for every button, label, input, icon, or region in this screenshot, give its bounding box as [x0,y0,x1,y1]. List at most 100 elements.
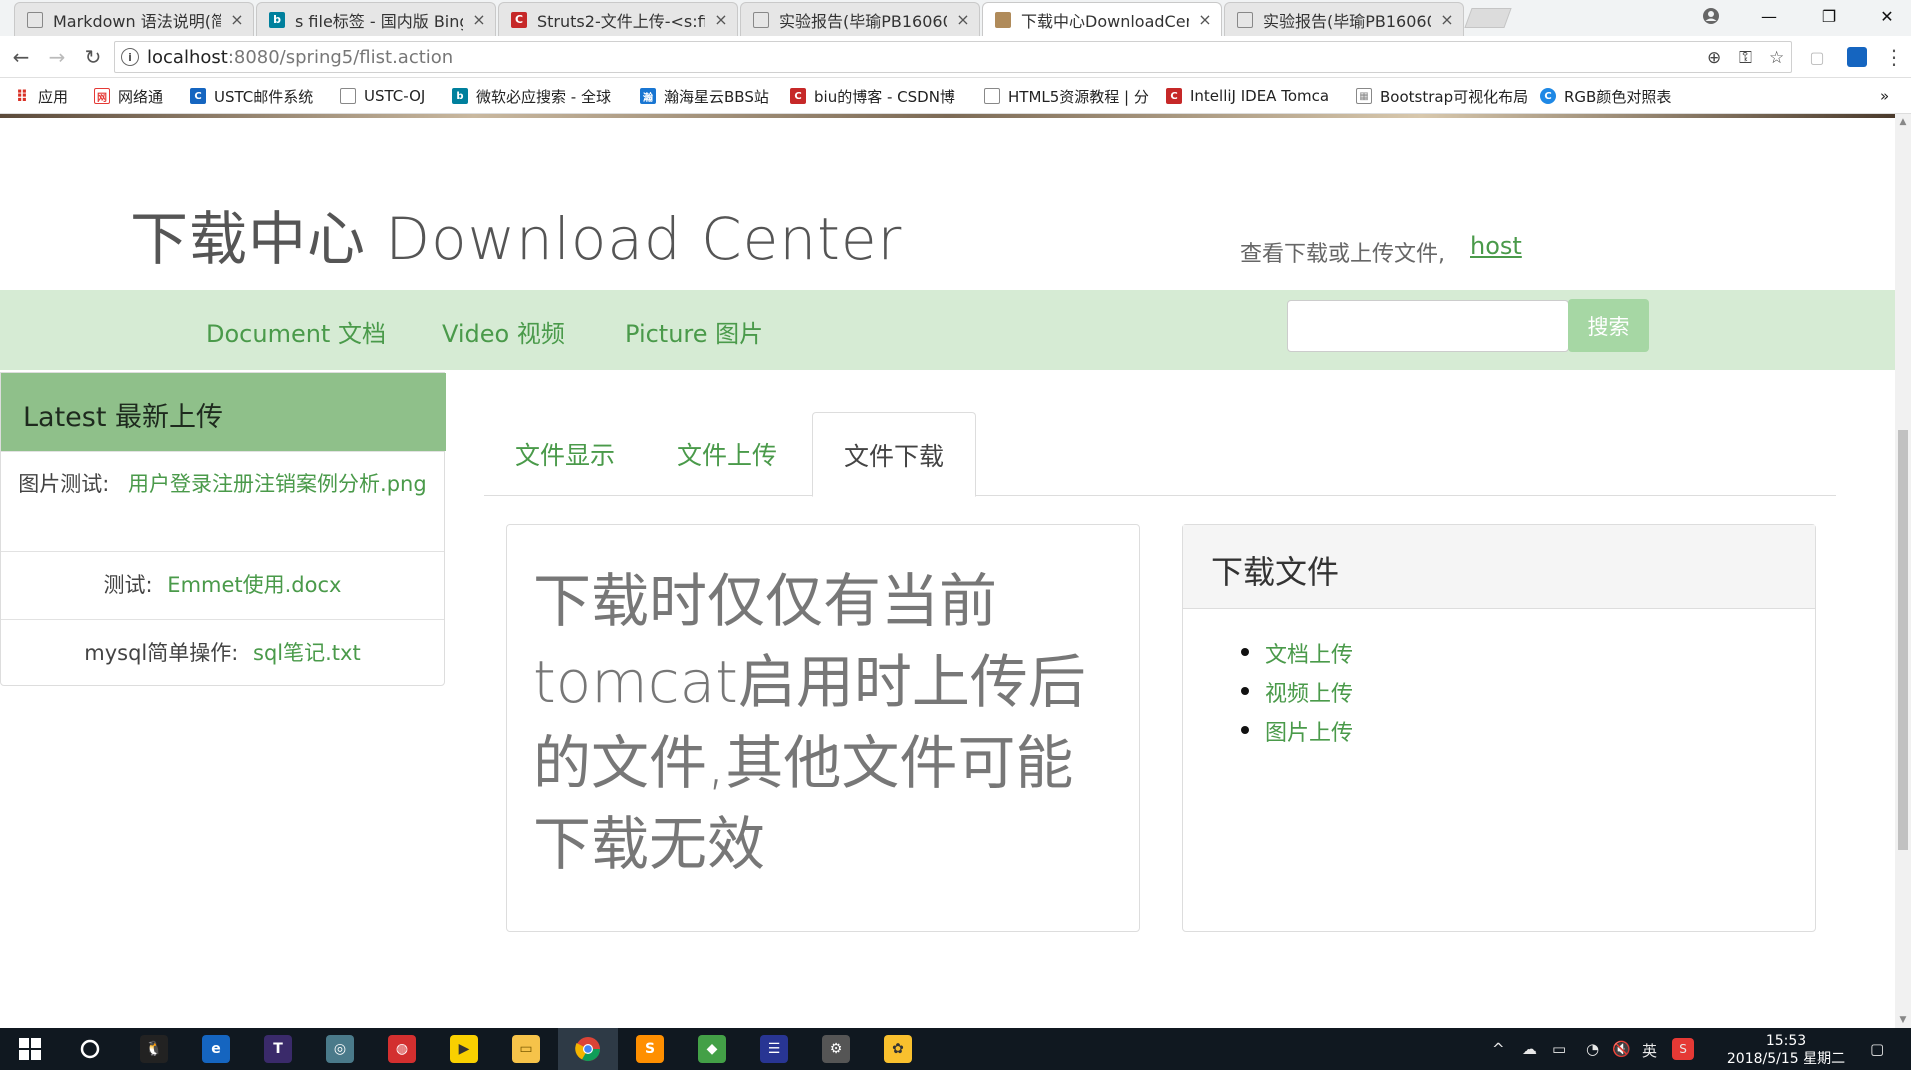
action-center-icon[interactable]: ▢ [1870,1040,1884,1058]
browser-tab[interactable]: Markdown 语法说明(简… × [14,2,254,36]
bing-icon: b [452,88,468,104]
folder-icon[interactable]: ▭ [512,1035,540,1063]
close-icon[interactable]: × [713,10,729,29]
download-link-picture[interactable]: 图片上传 [1241,715,1353,747]
tex-icon[interactable]: T [264,1035,292,1063]
reload-icon[interactable]: ↻ [80,44,106,70]
battery-icon[interactable]: ▭ [1552,1040,1566,1058]
tab-file-download[interactable]: 文件下载 [812,412,976,497]
wlt-icon: 网 [94,88,110,104]
url-input[interactable]: i localhost:8080/spring5/flist.action ⊕ … [114,41,1792,73]
tab-file-upload[interactable]: 文件上传 [646,412,808,496]
bookmark-item[interactable]: b 微软必应搜索 - 全球 [452,85,611,107]
app-icon[interactable]: ✿ [884,1035,912,1063]
file-link[interactable]: 用户登录注册注销案例分析.png [128,472,427,496]
clock[interactable]: 15:53 2018/5/15 星期二 [1716,1032,1856,1068]
scroll-thumb[interactable] [1898,430,1908,850]
info-icon[interactable]: i [121,48,139,66]
gear-icon[interactable]: ⚙ [822,1035,850,1063]
tab-file-display[interactable]: 文件显示 [484,412,646,496]
bookmarks-bar: ⠿ 应用 网 网络通 C USTC邮件系统 USTC-OJ b 微软必应搜索 -… [0,78,1911,114]
back-arrow-icon[interactable]: ← [8,44,34,70]
browser-tab[interactable]: 实验报告(毕瑜PB160605 × [1224,2,1464,36]
scroll-up-arrow-icon[interactable]: ▲ [1895,114,1911,130]
app-icon[interactable]: ◎ [326,1035,354,1063]
scroll-down-arrow-icon[interactable]: ▼ [1895,1012,1911,1028]
forward-arrow-icon[interactable]: → [44,44,70,70]
restore-button[interactable]: ❐ [1804,0,1854,32]
bookmark-item[interactable]: 网 网络通 [94,85,163,107]
close-icon[interactable]: × [955,10,971,29]
bookmark-item[interactable]: C RGB颜色对照表 [1540,85,1671,107]
zoom-icon[interactable]: ⊕ [1707,48,1721,68]
bing-icon: b [269,11,285,28]
windows-taskbar: 🐧 e T ◎ ◍ ▶ ▭ S ◆ ☰ ⚙ ✿ ^ ☁ ▭ ◔ 🔇 英 S 15… [0,1028,1911,1070]
search-input[interactable] [1287,300,1569,352]
browser-tab-active[interactable]: 下载中心DownloadCent × [982,2,1222,36]
search-circle-icon[interactable] [76,1035,104,1063]
sogou-icon[interactable]: S [1672,1038,1694,1060]
nav-video[interactable]: Video 视频 [442,314,565,349]
bookmark-item[interactable]: C IntelliJ IDEA Tomca [1166,85,1329,107]
host-link[interactable]: host [1470,232,1522,260]
document-icon [1237,11,1253,28]
bookmark-item[interactable]: USTC-OJ [340,85,425,107]
netease-music-icon[interactable]: ◍ [388,1035,416,1063]
star-icon[interactable]: ☆ [1769,48,1784,68]
bookmark-item[interactable]: 瀚 瀚海星云BBS站 [640,85,769,107]
bookmark-item[interactable]: ▦ Bootstrap可视化布局 [1356,85,1528,107]
nav-document[interactable]: Document 文档 [206,314,386,349]
file-link[interactable]: Emmet使用.docx [167,573,341,597]
download-link-docs[interactable]: 文档上传 [1241,637,1353,669]
close-icon[interactable]: × [229,10,245,29]
player-icon[interactable]: ▶ [450,1035,478,1063]
download-card-title: 下载文件 [1211,553,1340,591]
list-item: 图片测试: 用户登录注册注销案例分析.png [1,451,444,551]
notice-card: 下载时仅仅有当前tomcat启用时上传后的文件,其他文件可能下载无效 [506,524,1140,932]
extension-icon[interactable]: ▢ [1804,44,1830,70]
close-icon[interactable]: × [1439,10,1455,29]
download-link-video[interactable]: 视频上传 [1241,676,1353,708]
bookmark-item[interactable]: ⠿ 应用 [14,85,68,107]
browser-tab[interactable]: 实验报告(毕瑜PB160605 × [740,2,980,36]
profile-icon[interactable] [1686,0,1736,32]
mail-c-icon: C [190,88,206,104]
main-navbar: Document 文档 Video 视频 Picture 图片 搜索 [0,290,1895,370]
page-scrollbar[interactable]: ▲ ▼ [1895,114,1911,1028]
nav-picture[interactable]: Picture 图片 [625,314,763,349]
qq-icon[interactable]: 🐧 [140,1035,168,1063]
more-bookmarks-icon[interactable]: » [1880,85,1889,107]
file-link[interactable]: sql笔记.txt [253,641,361,665]
close-window-button[interactable]: ✕ [1862,0,1911,32]
sublime-icon[interactable]: S [636,1035,664,1063]
chevron-up-icon[interactable]: ^ [1492,1040,1505,1058]
page-title: 下载中心 Download Center [130,205,903,273]
edge-icon[interactable]: e [202,1035,230,1063]
bookmark-item[interactable]: C USTC邮件系统 [190,85,313,107]
volume-icon[interactable]: 🔇 [1612,1040,1631,1058]
site-icon [995,11,1011,28]
key-icon[interactable]: ⚿ [1739,48,1752,68]
wifi-icon[interactable]: ◔ [1586,1040,1599,1058]
extension-icon[interactable] [1844,44,1870,70]
bullet-icon [1241,648,1249,656]
menu-icon[interactable]: ⋮ [1884,44,1904,70]
cloud-icon[interactable]: ☁ [1522,1040,1537,1058]
search-button[interactable]: 搜索 [1568,299,1649,352]
close-icon[interactable]: × [471,10,487,29]
apps-grid-icon: ⠿ [15,86,29,106]
eclipse-icon[interactable]: ☰ [760,1035,788,1063]
minimize-button[interactable]: — [1744,0,1794,32]
new-tab-button[interactable] [1464,8,1512,28]
notification-app-icon[interactable]: ◆ [698,1035,726,1063]
browser-tab-strip: Markdown 语法说明(简… × b s file标签 - 国内版 Bing… [0,0,1911,36]
windows-start-icon[interactable] [16,1035,44,1063]
browser-tab[interactable]: b s file标签 - 国内版 Bing × [256,2,496,36]
grid-icon: ▦ [1356,88,1372,104]
ime-indicator[interactable]: 英 [1642,1040,1657,1061]
browser-tab[interactable]: C Struts2-文件上传-<s:file × [498,2,738,36]
bookmark-item[interactable]: HTML5资源教程 | 分 [984,85,1149,107]
chrome-icon[interactable] [574,1035,602,1063]
bookmark-item[interactable]: C biu的博客 - CSDN博 [790,85,955,107]
close-icon[interactable]: × [1197,10,1213,29]
